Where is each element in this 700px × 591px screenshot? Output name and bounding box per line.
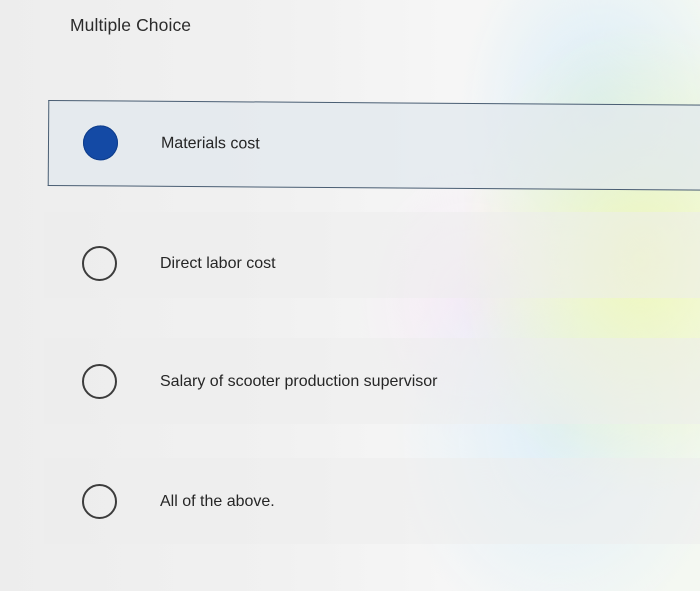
radio-unselected-icon[interactable] [82,484,117,519]
question-type-title: Multiple Choice [70,15,192,35]
answer-option-materials-cost[interactable]: Materials cost [47,100,700,191]
radio-unselected-icon[interactable] [82,364,117,399]
answer-option-label: All of the above. [160,493,275,510]
answer-option-label: Salary of scooter production supervisor [160,373,438,390]
answer-option-all-of-the-above[interactable]: All of the above. [48,460,700,546]
answer-option-label: Materials cost [160,134,260,153]
radio-unselected-icon[interactable] [82,246,117,281]
answer-option-direct-labor-cost[interactable]: Direct labor cost [48,222,700,308]
radio-selected-icon[interactable] [82,125,119,161]
answer-option-supervisor-salary[interactable]: Salary of scooter production supervisor [48,340,700,426]
answer-option-label: Direct labor cost [160,255,276,272]
